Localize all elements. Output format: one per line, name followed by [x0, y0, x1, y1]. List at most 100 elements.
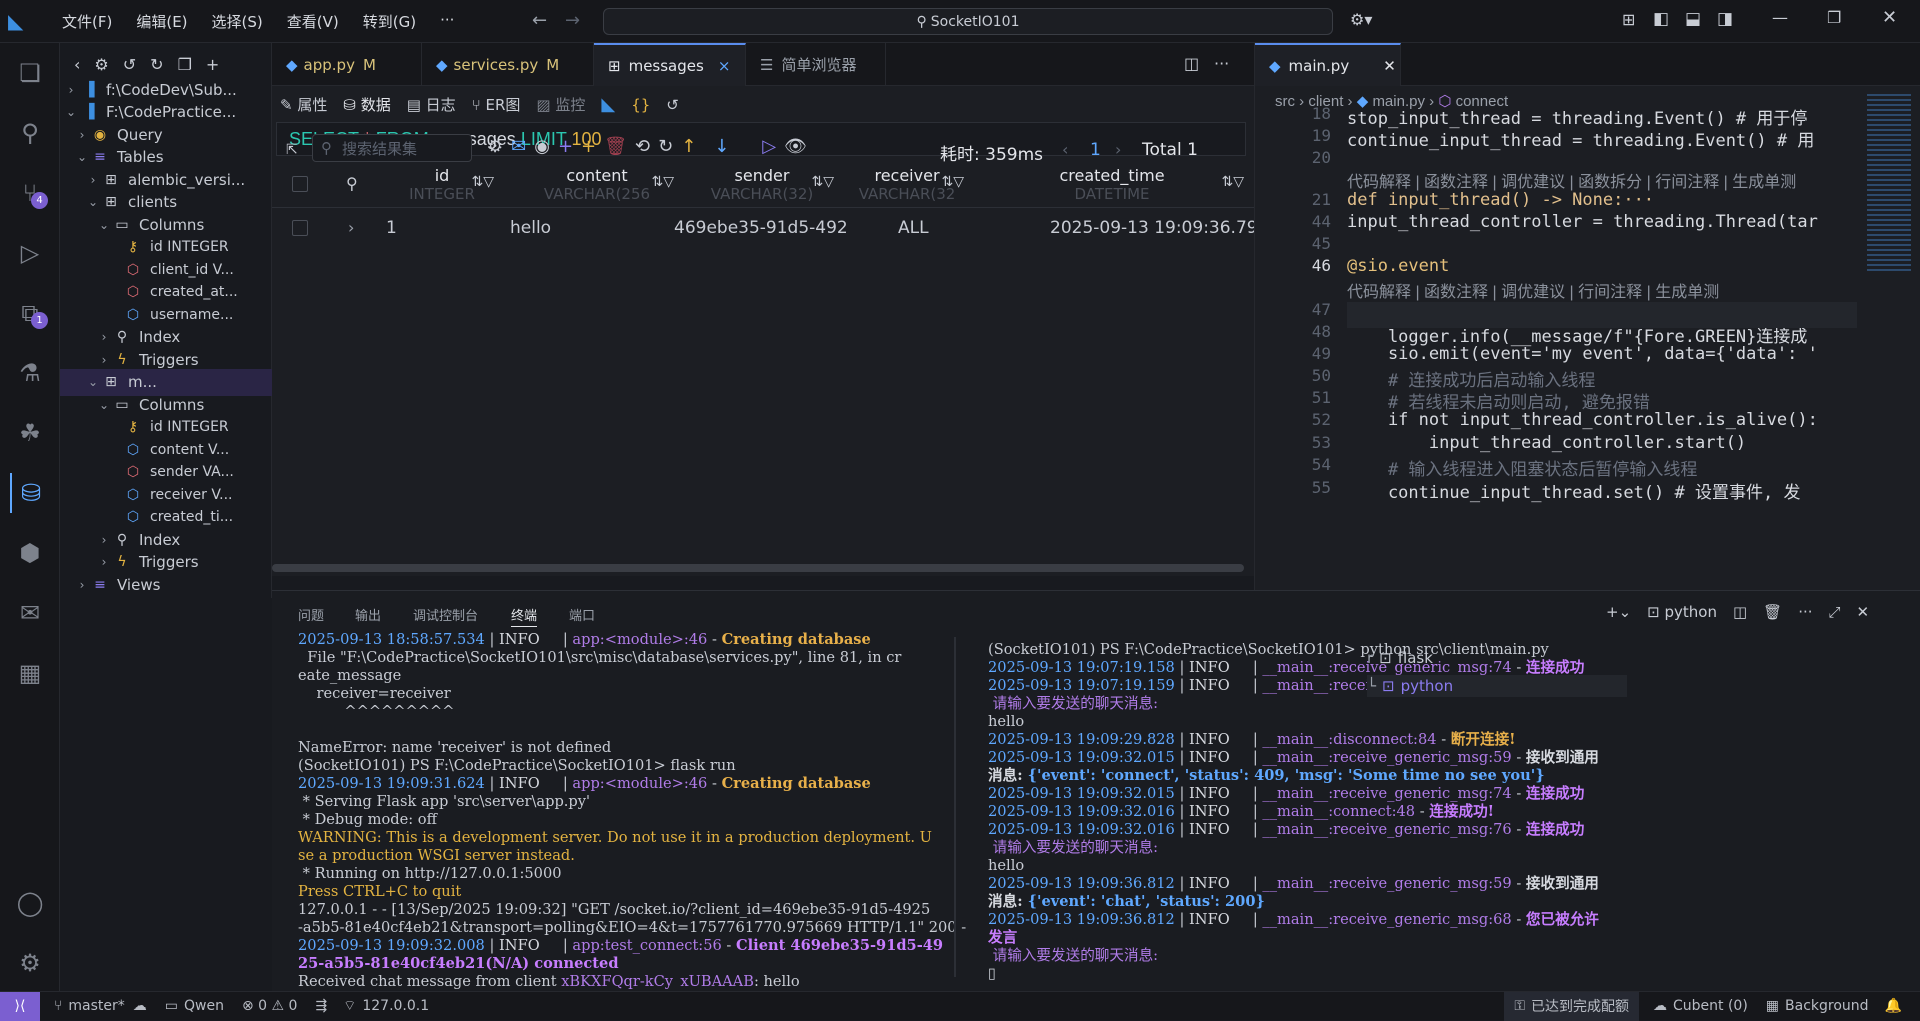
menu-file[interactable]: 文件(F)	[62, 11, 112, 32]
code-editor[interactable]: src › client › ◆ main.py › ⬡ connect 18 s…	[1254, 86, 1920, 590]
twistie-icon[interactable]: ⌄	[64, 105, 78, 119]
cubent-status[interactable]: Cubent (0)	[1673, 998, 1748, 1014]
vscode-icon[interactable]: ◣	[601, 94, 615, 115]
twistie-icon[interactable]: ⌄	[97, 398, 111, 412]
copilot-icon[interactable]: ⚙▾	[1350, 10, 1372, 29]
twistie-icon[interactable]: ⌄	[86, 375, 100, 389]
twistie-icon[interactable]: ›	[97, 353, 111, 367]
twistie-icon[interactable]: ⌄	[86, 195, 100, 209]
more-icon[interactable]: ···	[1798, 603, 1812, 621]
cell-content[interactable]: hello	[510, 218, 551, 238]
tab-problems[interactable]: 问题	[298, 605, 324, 624]
tab-output[interactable]: 输出	[355, 605, 381, 624]
user-icon[interactable]: ◉	[534, 136, 550, 157]
search-results-input[interactable]: ⚲ 搜索结果集	[312, 134, 472, 162]
menu-view[interactable]: 查看(V)	[287, 11, 339, 32]
twistie-icon[interactable]: ›	[97, 555, 111, 569]
arrow-up-icon[interactable]: ↑	[681, 136, 696, 157]
pin-icon[interactable]: ⇱	[286, 142, 298, 158]
tab-terminal[interactable]: 终端	[511, 605, 538, 627]
search-column-icon[interactable]: ⚲	[346, 174, 358, 193]
tab-simple-browser[interactable]: ☰ 简单浏览器	[746, 43, 886, 86]
row-checkbox[interactable]	[292, 220, 308, 236]
horizontal-scrollbar[interactable]	[272, 564, 1244, 572]
er-tab[interactable]: ⑂ ER图	[472, 94, 521, 115]
code-lens[interactable]: 代码解释 | 函数注释 | 调优建议 | 行间注释 | 生成单测	[1347, 278, 1719, 302]
sort-filter-icon[interactable]: ⇅▽	[942, 174, 965, 190]
monitor-tab[interactable]: ▨ 监控	[536, 94, 585, 115]
cell-created-time[interactable]: 2025-09-13 19:09:36.79	[1050, 218, 1254, 238]
twistie-icon[interactable]: ⌄	[75, 150, 89, 164]
sync-icon[interactable]: ⟲	[635, 136, 650, 157]
history-icon[interactable]: ↺	[666, 96, 679, 114]
next-page-icon[interactable]: ›	[1115, 140, 1121, 159]
package-icon[interactable]: ⬢	[10, 533, 50, 573]
column-content[interactable]: content VARCHAR(256 ⇅▽	[512, 166, 682, 206]
toggle-secondary-icon[interactable]: ◨	[1717, 9, 1733, 29]
run-icon[interactable]: ⇶	[315, 998, 327, 1014]
mail-icon[interactable]: ✉	[10, 593, 50, 633]
settings-icon[interactable]: ⚙	[94, 55, 108, 74]
command-center[interactable]: ⚲ SocketIO101	[603, 8, 1333, 35]
settings-gear-icon[interactable]: ⚙	[10, 943, 50, 983]
database-icon[interactable]: ⛁	[10, 473, 50, 513]
prev-page-icon[interactable]: ‹	[1062, 140, 1068, 159]
column-receiver[interactable]: receiver VARCHAR(32 ⇅▽	[842, 166, 972, 206]
extensions-icon[interactable]: ⧉ 1	[10, 293, 50, 333]
sort-filter-icon[interactable]: ⇅▽	[472, 174, 495, 190]
minimize-icon[interactable]: —	[1772, 8, 1788, 27]
column-created-time[interactable]: created_time DATETIME ⇅▽	[972, 166, 1252, 206]
remote-icon[interactable]: ☘	[10, 413, 50, 453]
sort-filter-icon[interactable]: ⇅▽	[1222, 174, 1245, 190]
tab-debug-console[interactable]: 调试控制台	[413, 605, 478, 624]
log-tab[interactable]: ▤ 日志	[407, 94, 456, 115]
delete-icon[interactable]: 🗑	[604, 136, 627, 157]
terminal-flask[interactable]: 2025-09-13 18:58:57.534 | INFO | app:<mo…	[272, 631, 972, 989]
cell-id[interactable]: 1	[386, 218, 397, 238]
close-tab-icon[interactable]: ×	[718, 57, 731, 75]
page-number[interactable]: 1	[1090, 140, 1101, 160]
branch-name[interactable]: master*	[68, 998, 124, 1014]
arrow-down-icon[interactable]: ↓	[714, 136, 754, 157]
expand-row-icon[interactable]: ›	[348, 218, 354, 237]
source-control-icon[interactable]: ⑂ 4	[10, 173, 50, 213]
tree-item[interactable]: › ≡ Views	[60, 571, 272, 598]
eye-icon[interactable]: 👁	[784, 136, 807, 157]
qwen-status[interactable]: Qwen	[184, 998, 224, 1014]
settings-icon[interactable]: ⚙	[487, 136, 503, 157]
split-editor-icon[interactable]: ◫	[1184, 54, 1199, 73]
trash-icon[interactable]: 🗑	[1763, 603, 1782, 621]
background-status[interactable]: Background	[1785, 998, 1869, 1014]
layout-icon[interactable]: ⊞	[1622, 10, 1635, 29]
host-address[interactable]: 127.0.0.1	[362, 998, 429, 1014]
sync-icon[interactable]: ☁	[133, 998, 147, 1014]
twistie-icon[interactable]: ›	[97, 330, 111, 344]
run-debug-icon[interactable]: ▷	[10, 233, 50, 273]
tab-messages[interactable]: ⊞ messages ×	[594, 43, 746, 86]
refresh-icon[interactable]: ↻	[658, 136, 673, 157]
forward-arrow-icon[interactable]: →	[565, 10, 580, 31]
docker-icon[interactable]: ▦	[10, 653, 50, 693]
more-actions-icon[interactable]: ···	[1214, 54, 1229, 73]
twistie-icon[interactable]: ›	[86, 173, 100, 187]
minimap[interactable]	[1867, 94, 1911, 274]
terminal-icon[interactable]: ⊡ python	[1647, 603, 1717, 621]
tab-main-py[interactable]: ◆ main.py ✕	[1255, 43, 1401, 86]
maximize-icon[interactable]: ❐	[1827, 8, 1841, 27]
notifications-icon[interactable]: 🔔	[1885, 998, 1902, 1014]
sort-filter-icon[interactable]: ⇅▽	[812, 174, 835, 190]
copy-icon[interactable]: ❐	[178, 55, 192, 74]
terminal-item-flask[interactable]: r ⊡ flask	[1367, 647, 1567, 669]
remote-indicator-icon[interactable]: ⟩⟨	[0, 991, 40, 1021]
maximize-panel-icon[interactable]: ⤢	[1829, 603, 1841, 621]
column-sender[interactable]: sender VARCHAR(32) ⇅▽	[682, 166, 842, 206]
close-panel-icon[interactable]: ✕	[1857, 603, 1870, 621]
twistie-icon[interactable]: ›	[97, 533, 111, 547]
tab-app-py[interactable]: ◆ app.py M	[272, 43, 422, 86]
problems-count[interactable]: ⊗ 0 ⚠ 0	[242, 998, 297, 1014]
select-all-checkbox[interactable]	[292, 176, 308, 192]
refresh-icon[interactable]: ↻	[150, 55, 163, 74]
twistie-icon[interactable]: ⌄	[97, 218, 111, 232]
cell-receiver[interactable]: ALL	[898, 218, 929, 238]
code-lens[interactable]: 代码解释 | 函数注释 | 调优建议 | 函数拆分 | 行间注释 | 生成单测	[1347, 168, 1796, 192]
